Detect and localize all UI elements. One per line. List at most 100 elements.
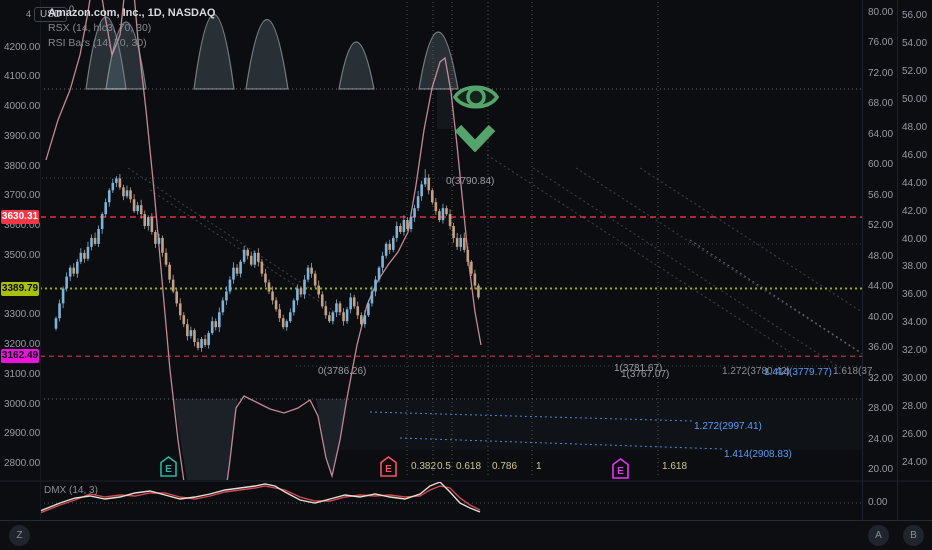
dmx-indicator-label[interactable]: DMX (14, 3) — [44, 485, 98, 496]
price-flag[interactable]: 3630.31 — [1, 210, 39, 224]
candle-body — [193, 330, 196, 343]
candle-body — [235, 267, 239, 274]
candle-body — [331, 312, 335, 322]
candle-body — [154, 231, 157, 244]
candle-body — [65, 276, 68, 289]
price-flag[interactable]: 3162.49 — [1, 349, 39, 364]
candle-body — [363, 315, 367, 325]
candle-body — [164, 252, 168, 265]
candle-body — [406, 220, 409, 229]
symbol-title[interactable]: Amazon.com, Inc., 1D, NASDAQ — [48, 6, 215, 21]
candle-body — [381, 255, 384, 268]
price-axis-left[interactable]: 4200.00 4100.00 4000.00 3900.00 3800.00 3700.… — [0, 0, 40, 520]
price-flag[interactable]: 3389.79 — [1, 281, 39, 296]
trend-channel-line[interactable] — [127, 167, 313, 291]
button-a[interactable]: A — [868, 525, 889, 546]
chevron-down-icon[interactable] — [453, 124, 497, 152]
right-axis-inner-tick: 72.00 — [868, 67, 894, 79]
candle-body — [203, 339, 207, 346]
fib-time-label[interactable]: 0.786 — [492, 461, 517, 472]
fib-annotation[interactable]: 0(3786.26) — [318, 366, 366, 377]
candle-body — [402, 220, 406, 232]
fib-annotation[interactable]: 1.272(2997.41) — [694, 421, 762, 432]
candle-body — [93, 237, 97, 244]
fib-time-label[interactable]: 1 — [536, 461, 542, 472]
candle-body — [100, 214, 104, 229]
candle-body — [409, 217, 413, 229]
candle-body — [427, 177, 431, 191]
left-axis-tick: 3900.00 — [4, 130, 41, 142]
candle-body — [310, 267, 313, 274]
left-axis-tick: 3700.00 — [4, 190, 41, 202]
candle-body — [115, 178, 118, 183]
right-axis-outer-tick: 24.00 — [902, 457, 928, 469]
candle-body — [342, 312, 345, 322]
candle-body — [253, 252, 257, 265]
fib-annotation[interactable]: 0(3790.84) — [446, 176, 494, 187]
candle-body — [338, 303, 342, 313]
right-axis-outer-tick: 26.00 — [902, 429, 928, 441]
trend-channel-line[interactable] — [689, 239, 861, 353]
candle-body — [455, 237, 459, 247]
candle-body — [296, 288, 299, 301]
event-badge[interactable]: E — [612, 458, 629, 479]
candle-body — [452, 226, 455, 238]
trend-channel-line[interactable] — [532, 167, 846, 372]
left-axis-tick: 4000.00 — [4, 101, 41, 113]
indicator-rsx-label[interactable]: RSX (14, hlc3, 70, 30) — [48, 21, 215, 36]
fib-time-label[interactable]: 0.618 — [456, 461, 481, 472]
badge-letter: E — [385, 464, 392, 475]
candle-body — [431, 190, 434, 203]
candle-body — [129, 190, 132, 200]
zoom-out-button[interactable]: Z — [9, 525, 30, 546]
eye-icon[interactable] — [452, 78, 500, 116]
time-axis[interactable]: JulAugSepOctNovDec2022FebMarAprMay — [0, 521, 932, 550]
candle-body — [303, 279, 306, 295]
button-b[interactable]: B — [903, 525, 924, 546]
right-axis-outer-tick: 32.00 — [902, 345, 928, 357]
candle-body — [413, 208, 416, 218]
fib-annotation[interactable]: 1.414(3779.77) — [764, 367, 832, 378]
fib-time-label[interactable]: 0.382 — [411, 461, 436, 472]
right-axis-outer-tick: 30.00 — [902, 373, 928, 385]
event-badge[interactable]: E — [380, 456, 397, 477]
fib-annotation[interactable]: 1.618(37 — [833, 366, 872, 377]
indicator-rsi-bars-label[interactable]: RSI Bars (14, 70, 30) — [48, 36, 215, 51]
rsi-bars-overbought-fill — [338, 41, 375, 90]
left-axis-tick: 2900.00 — [4, 428, 41, 440]
right-axis-outer-tick: 54.00 — [902, 37, 928, 49]
trend-channel-line[interactable] — [575, 167, 863, 355]
price-axis-right[interactable]: 80.00 76.00 72.00 68.00 64.00 60.00 56.00 52.00… — [862, 0, 932, 520]
candle-body — [384, 243, 388, 256]
right-axis-inner-tick: 64.00 — [868, 128, 894, 140]
candle-body — [306, 267, 310, 280]
candle-body — [90, 237, 93, 247]
trend-channel-line[interactable] — [639, 167, 863, 313]
candle-body — [221, 300, 225, 313]
left-axis-tick: 3100.00 — [4, 368, 41, 380]
candle-body — [317, 285, 320, 295]
candle-body — [324, 306, 328, 316]
candle-body — [143, 214, 147, 227]
candle-body — [473, 273, 477, 286]
fib-time-label[interactable]: 1.618 — [662, 461, 687, 472]
candle-body — [207, 333, 210, 346]
badge-letter: E — [165, 464, 172, 475]
candle-body — [313, 273, 317, 286]
fib-annotation[interactable]: 1.414(2908.83) — [724, 449, 792, 460]
right-axis-inner-tick: 24.00 — [868, 433, 894, 445]
candle-body — [228, 279, 232, 292]
fib-time-label[interactable]: 0.5 — [437, 461, 451, 472]
candle-body — [210, 321, 214, 334]
right-axis-outer-tick: 44.00 — [902, 177, 928, 189]
axis-marker-4: 4 — [26, 9, 32, 19]
fib-annotation[interactable]: 1(3767.07) — [621, 369, 669, 380]
candle-body — [249, 255, 253, 265]
candle-body — [83, 252, 86, 259]
event-badge[interactable]: E — [160, 456, 177, 477]
candle-body — [477, 285, 480, 298]
candle-body — [161, 237, 164, 253]
left-axis-tick: 4100.00 — [4, 71, 41, 83]
right-axis-inner-tick: 44.00 — [868, 281, 894, 293]
candle-body — [132, 199, 136, 212]
